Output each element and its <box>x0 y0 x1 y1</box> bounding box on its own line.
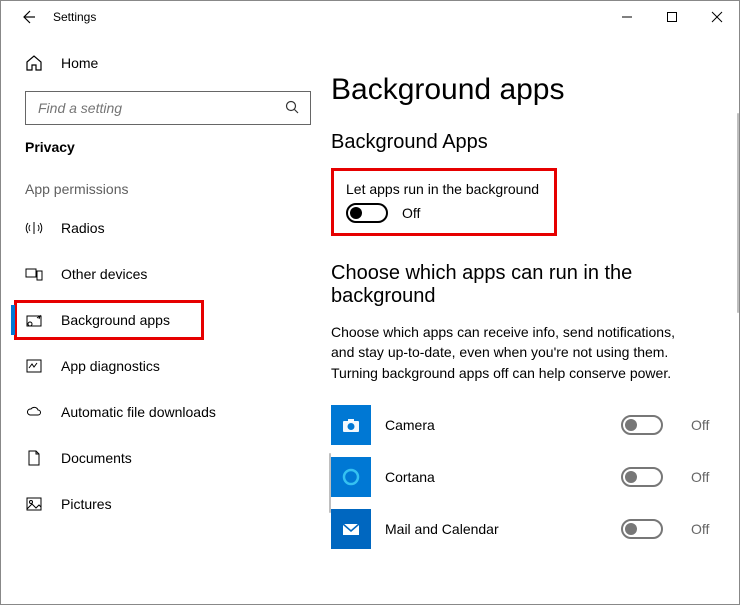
search-icon <box>284 99 300 118</box>
master-toggle-state: Off <box>402 205 420 221</box>
titlebar: Settings <box>1 1 739 33</box>
nav-item-label: Documents <box>61 450 132 466</box>
section-privacy-label: Privacy <box>1 139 331 155</box>
main-panel: Background apps Background Apps Let apps… <box>331 33 739 604</box>
master-toggle-highlight: Let apps run in the background Off <box>331 168 557 236</box>
maximize-button[interactable] <box>649 1 694 33</box>
background-apps-icon <box>25 311 43 329</box>
nav-radios[interactable]: Radios <box>1 205 331 251</box>
nav-pictures[interactable]: Pictures <box>1 481 331 527</box>
cloud-download-icon <box>25 403 43 421</box>
documents-icon <box>25 449 43 467</box>
radios-icon <box>25 219 43 237</box>
nav-other-devices[interactable]: Other devices <box>1 251 331 297</box>
mail-icon <box>331 509 371 549</box>
app-row-camera: Camera Off <box>331 399 719 451</box>
search-box[interactable] <box>25 91 311 125</box>
nav-automatic-file-downloads[interactable]: Automatic file downloads <box>1 389 331 435</box>
back-button[interactable] <box>11 1 45 33</box>
sidebar: Home Privacy App permissions Radios Othe… <box>1 33 331 604</box>
nav-item-label: App diagnostics <box>61 358 160 374</box>
devices-icon <box>25 265 43 283</box>
window-title: Settings <box>53 10 96 24</box>
master-toggle[interactable] <box>346 203 388 223</box>
window-controls <box>604 1 739 33</box>
app-toggle-camera[interactable] <box>621 415 663 435</box>
nav-item-label: Pictures <box>61 496 112 512</box>
app-name: Mail and Calendar <box>385 521 607 537</box>
nav-home[interactable]: Home <box>1 41 331 85</box>
section-heading-background-apps: Background Apps <box>331 131 719 154</box>
nav-item-label: Automatic file downloads <box>61 404 216 420</box>
diagnostics-icon <box>25 357 43 375</box>
nav-background-apps[interactable]: Background apps <box>11 297 207 343</box>
group-app-permissions-label: App permissions <box>1 181 331 197</box>
nav-home-label: Home <box>61 55 98 71</box>
section-description: Choose which apps can receive info, send… <box>331 322 691 383</box>
section-heading-choose-apps: Choose which apps can run in the backgro… <box>331 262 719 308</box>
camera-icon <box>331 405 371 445</box>
nav-documents[interactable]: Documents <box>1 435 331 481</box>
close-button[interactable] <box>694 1 739 33</box>
main-scrollbar[interactable] <box>737 113 739 313</box>
app-toggle-mail-calendar[interactable] <box>621 519 663 539</box>
nav-item-label: Background apps <box>61 312 170 328</box>
search-input[interactable] <box>36 99 284 117</box>
page-title: Background apps <box>331 73 719 107</box>
app-toggle-state: Off <box>691 521 719 537</box>
nav-app-diagnostics[interactable]: App diagnostics <box>1 343 331 389</box>
app-toggle-state: Off <box>691 469 719 485</box>
app-name: Cortana <box>385 469 607 485</box>
pictures-icon <box>25 495 43 513</box>
app-row-mail-calendar: Mail and Calendar Off <box>331 503 719 555</box>
home-icon <box>25 54 43 72</box>
minimize-button[interactable] <box>604 1 649 33</box>
app-toggle-cortana[interactable] <box>621 467 663 487</box>
cortana-icon <box>331 457 371 497</box>
app-row-cortana: Cortana Off <box>331 451 719 503</box>
nav-item-label: Radios <box>61 220 105 236</box>
app-toggle-state: Off <box>691 417 719 433</box>
master-toggle-label: Let apps run in the background <box>346 181 542 197</box>
nav-item-label: Other devices <box>61 266 147 282</box>
app-name: Camera <box>385 417 607 433</box>
